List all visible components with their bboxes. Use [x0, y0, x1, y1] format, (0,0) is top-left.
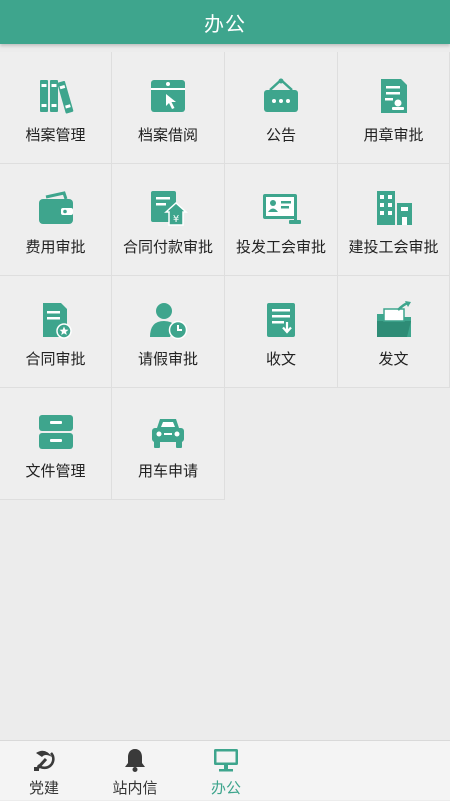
tab-label: 站内信	[112, 779, 158, 797]
tile-label: 费用审批	[25, 238, 86, 256]
tile-label: 合同付款审批	[122, 238, 213, 256]
tile-notice[interactable]: 公告	[225, 52, 338, 164]
tile-archive-borrow[interactable]: 档案借阅	[112, 52, 225, 164]
tab-messages[interactable]: 站内信	[85, 741, 185, 801]
tile-vehicle-request[interactable]: 用车申请	[112, 388, 225, 500]
seal-document-icon	[380, 79, 407, 113]
yen-payment-icon: ¥	[151, 191, 188, 226]
tab-party-building[interactable]: 党建	[0, 741, 94, 801]
tile-label: 用章审批	[363, 126, 424, 144]
tile-file-management[interactable]: 文件管理	[0, 388, 112, 500]
tile-seal-approval[interactable]: 用章审批	[338, 52, 450, 164]
tile-contract-approval[interactable]: 合同审批	[0, 276, 112, 388]
tile-label: 合同审批	[25, 350, 86, 368]
wallet-icon	[38, 191, 73, 224]
tile-label: 用车申请	[137, 462, 198, 480]
contract-star-icon	[42, 303, 72, 339]
tile-contract-payment-approval[interactable]: ¥ 合同付款审批	[112, 164, 225, 276]
tab-label: 党建	[28, 779, 59, 797]
id-card-icon	[263, 194, 301, 224]
tile-label: 发文	[378, 350, 409, 368]
buildings-icon	[376, 191, 412, 225]
bottom-tab-bar: 党建 站内信 办公	[0, 740, 450, 800]
tile-label: 文件管理	[25, 462, 86, 480]
tile-label: 收文	[265, 350, 296, 368]
page-title: 办公	[204, 11, 246, 36]
document-touch-icon	[151, 80, 185, 112]
tile-jt-union-approval[interactable]: 建投工会审批	[338, 164, 450, 276]
tile-label: 公告	[265, 126, 296, 144]
svg-text:¥: ¥	[173, 214, 179, 225]
tile-label: 档案借阅	[137, 126, 198, 144]
tile-leave-approval[interactable]: 请假审批	[112, 276, 225, 388]
user-clock-icon	[150, 303, 188, 340]
tile-label: 请假审批	[137, 350, 198, 368]
hammer-sickle-icon	[34, 750, 55, 772]
tile-send-document[interactable]: 发文	[338, 276, 450, 388]
tile-tf-union-approval[interactable]: 投发工会审批	[225, 164, 338, 276]
tile-label: 建投工会审批	[348, 238, 439, 256]
tile-expense-approval[interactable]: 费用审批	[0, 164, 112, 276]
app-header: 办公	[0, 0, 450, 44]
folder-send-icon	[376, 301, 411, 337]
tile-receive-document[interactable]: 收文	[225, 276, 338, 388]
tile-archive-management[interactable]: 档案管理	[0, 52, 112, 164]
tile-label: 投发工会审批	[235, 238, 326, 256]
file-cabinet-icon	[38, 415, 73, 449]
bell-icon	[125, 749, 145, 772]
binders-icon	[39, 80, 73, 114]
tab-label: 办公	[210, 779, 241, 797]
receive-document-icon	[267, 303, 295, 337]
notice-board-icon	[264, 78, 298, 112]
tile-label: 档案管理	[25, 126, 86, 144]
monitor-icon	[214, 749, 238, 772]
car-icon	[152, 419, 184, 448]
function-grid: 档案管理 档案借阅 公告 用章审批 费用审批 ¥ 合同付款审批 投发工会审批 建…	[0, 52, 450, 500]
tab-office[interactable]: 办公	[176, 741, 276, 801]
